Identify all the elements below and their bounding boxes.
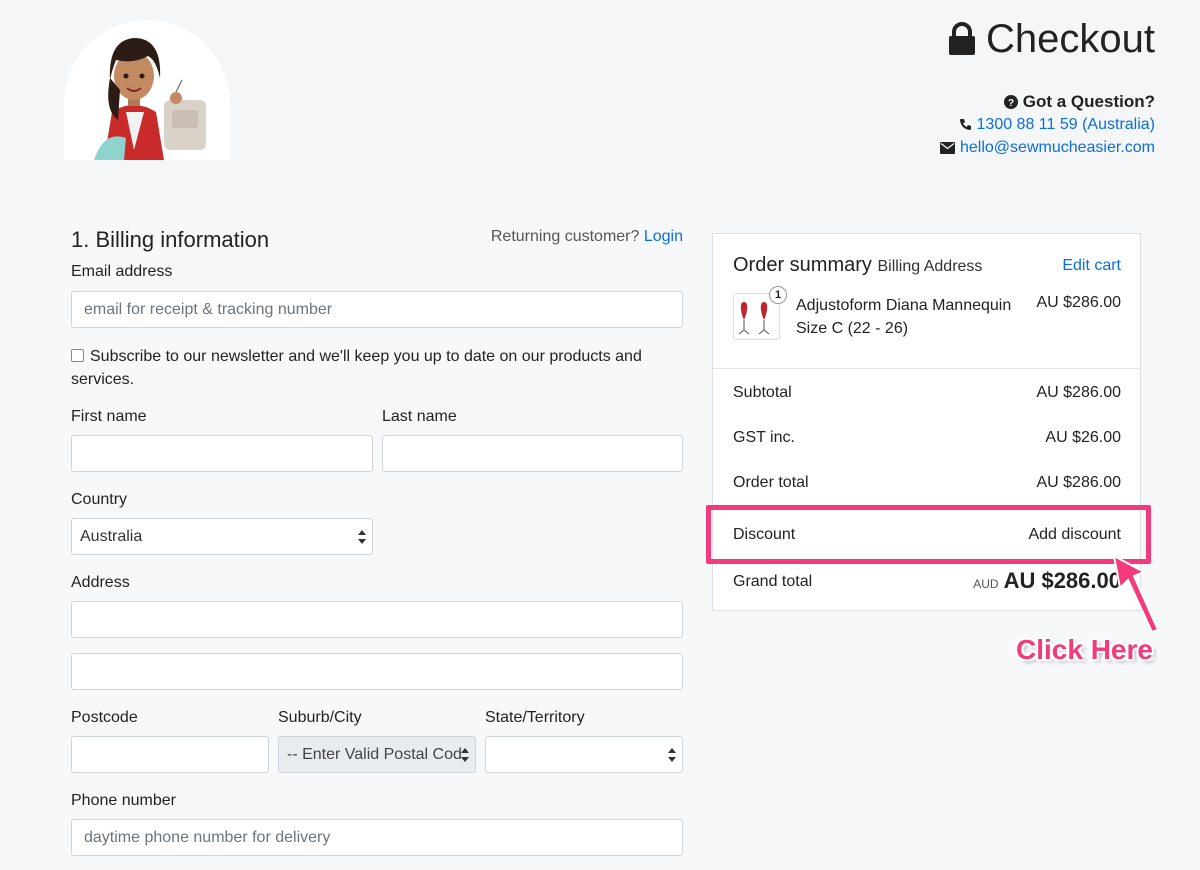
country-label: Country — [71, 491, 128, 508]
lock-icon — [949, 22, 976, 55]
suburb-select[interactable]: -- Enter Valid Postal Cod — [278, 736, 476, 773]
grand-total: AUD AU $286.00 — [973, 568, 1121, 594]
order-total-value: AU $286.00 — [1036, 474, 1121, 491]
question-circle-icon: ? — [1003, 94, 1018, 109]
first-name-field[interactable] — [71, 435, 373, 472]
postcode-field[interactable] — [71, 736, 269, 773]
country-select[interactable]: Australia — [71, 518, 373, 555]
avatar[interactable] — [64, 20, 230, 160]
suburb-label: Suburb/City — [278, 709, 362, 726]
newsletter-label: Subscribe to our newsletter and we'll ke… — [71, 348, 642, 388]
email-field[interactable]: email for receipt & tracking number — [71, 291, 683, 328]
header: Checkout ? Got a Question? 1300 88 11 59… — [0, 0, 1200, 180]
state-select[interactable] — [485, 736, 683, 773]
envelope-icon — [940, 141, 955, 154]
address-line1-field[interactable] — [71, 601, 683, 638]
select-arrows-icon — [358, 530, 366, 544]
select-arrows-icon — [668, 748, 676, 762]
discount-highlight-box — [706, 505, 1151, 564]
address-label: Address — [71, 574, 130, 591]
billing-title: 1. Billing information — [71, 227, 270, 252]
newsletter-checkbox[interactable] — [71, 349, 84, 362]
email-link[interactable]: hello@sewmucheasier.com — [960, 139, 1155, 157]
first-name-label: First name — [71, 408, 147, 425]
state-label: State/Territory — [485, 709, 585, 726]
grand-total-currency: AUD — [973, 577, 999, 591]
grand-total-label: Grand total — [733, 573, 813, 590]
gst-value: AU $26.00 — [1045, 429, 1121, 446]
newsletter-option: Subscribe to our newsletter and we'll ke… — [71, 345, 683, 391]
address-line2-field[interactable] — [71, 653, 683, 690]
phone-icon — [959, 119, 971, 130]
country-value: Australia — [80, 527, 143, 545]
order-total-label: Order total — [733, 474, 809, 491]
page-title: Checkout — [948, 14, 1155, 64]
select-arrows-icon — [461, 748, 469, 762]
gst-label: GST inc. — [733, 429, 795, 446]
summary-subtitle: Billing Address — [877, 258, 983, 275]
question-heading: ? Got a Question? — [940, 90, 1155, 113]
edit-cart-link[interactable]: Edit cart — [1062, 257, 1121, 275]
subtotal-label: Subtotal — [733, 384, 792, 401]
suburb-value: -- Enter Valid Postal Cod — [287, 745, 462, 763]
last-name-field[interactable] — [382, 435, 683, 472]
product-name: Adjustoform Diana Mannequin Size C (22 -… — [796, 297, 1012, 337]
returning-customer: Returning customer? Login — [491, 228, 683, 246]
contact-info: ? Got a Question? 1300 88 11 59 (Austral… — [940, 90, 1155, 159]
question-title: Got a Question? — [1022, 91, 1155, 111]
summary-title: Order summary — [733, 254, 872, 276]
phone-row: 1300 88 11 59 (Australia) — [940, 113, 1155, 136]
svg-text:?: ? — [1008, 98, 1014, 109]
divider — [713, 368, 1140, 369]
postcode-label: Postcode — [71, 709, 138, 726]
returning-text: Returning customer? — [490, 228, 640, 245]
click-here-annotation: Click Here — [1016, 634, 1153, 665]
phone-link[interactable]: 1300 88 11 59 (Australia) — [977, 116, 1155, 134]
pointer-arrow-icon — [1112, 554, 1160, 634]
page-title-text: Checkout — [986, 17, 1155, 61]
quantity-badge: 1 — [769, 286, 787, 304]
phone-label: Phone number — [71, 792, 176, 809]
last-name-label: Last name — [382, 408, 457, 425]
email-row: hello@sewmucheasier.com — [940, 136, 1155, 159]
seamstress-logo-icon — [94, 38, 206, 160]
product-price: AU $286.00 — [1036, 294, 1121, 311]
email-label: Email address — [71, 263, 173, 280]
summary-heading: Order summary Billing Address — [733, 254, 982, 277]
login-link[interactable]: Login — [644, 228, 683, 245]
subtotal-value: AU $286.00 — [1036, 384, 1121, 401]
phone-field[interactable]: daytime phone number for delivery — [71, 819, 683, 856]
